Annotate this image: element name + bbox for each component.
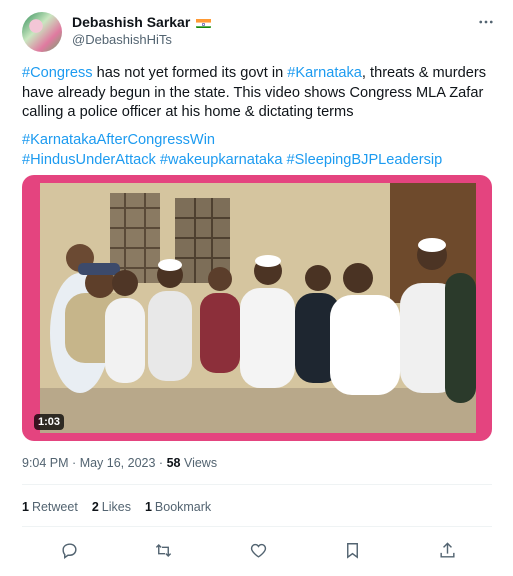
divider	[22, 526, 492, 527]
engagement-stats: 1 Retweet 2 Likes 1 Bookmark	[22, 500, 211, 514]
meta-separator: ·	[72, 456, 80, 470]
author-display-name[interactable]: Debashish Sarkar	[72, 14, 190, 30]
india-flag-icon	[196, 17, 212, 28]
hashtag-block: #KarnatakaAfterCongressWin #HindusUnderA…	[22, 131, 497, 170]
likes-label: Likes	[101, 500, 131, 514]
more-options-icon[interactable]	[476, 12, 496, 32]
views-count: 58	[166, 456, 181, 470]
video-media[interactable]	[22, 175, 492, 441]
views-label: Views	[183, 456, 218, 470]
likes-count: 2	[91, 500, 99, 514]
tweet-date[interactable]: May 16, 2023	[80, 456, 156, 470]
hashtag-link[interactable]: #KarnatakaAfterCongressWin	[22, 132, 215, 148]
tweet-card: Debashish Sarkar @DebashishHiTs #Congres…	[0, 0, 513, 576]
meta-separator: ·	[158, 456, 167, 470]
divider	[22, 484, 492, 485]
tweet-text: #Congress has not yet formed its govt in…	[22, 64, 497, 123]
retweets-stat[interactable]: 1 Retweet	[22, 500, 78, 514]
share-icon[interactable]	[433, 536, 461, 564]
author-name-row: Debashish Sarkar	[72, 14, 212, 30]
hashtag-link[interactable]: #wakeupkarnataka	[160, 152, 283, 168]
tweet-time[interactable]: 9:04 PM	[22, 456, 69, 470]
bookmarks-label: Bookmark	[154, 500, 212, 514]
bookmarks-stat[interactable]: 1 Bookmark	[145, 500, 211, 514]
action-bar	[22, 536, 492, 564]
likes-stat[interactable]: 2 Likes	[92, 500, 131, 514]
retweets-label: Retweet	[31, 500, 78, 514]
reply-icon[interactable]	[55, 536, 83, 564]
video-player[interactable]	[40, 183, 476, 433]
hashtag-link[interactable]: #Karnataka	[287, 65, 362, 81]
author-handle[interactable]: @DebashishHiTs	[72, 32, 172, 47]
hashtag-link[interactable]: #HindusUnderAttack	[22, 152, 156, 168]
tweet-text-segment: has not yet formed its govt in	[92, 65, 288, 81]
bookmark-icon[interactable]	[338, 536, 366, 564]
avatar[interactable]	[22, 12, 62, 52]
retweets-count: 1	[22, 500, 29, 514]
retweet-icon[interactable]	[149, 536, 177, 564]
video-duration-badge: 1:03	[34, 414, 65, 430]
bookmarks-count: 1	[144, 500, 152, 514]
hashtag-link[interactable]: #Congress	[22, 65, 93, 81]
video-frame	[40, 183, 476, 433]
like-icon[interactable]	[244, 536, 272, 564]
hashtag-link[interactable]: #SleepingBJPLeadersip	[287, 152, 443, 168]
tweet-meta: 9:04 PM · May 16, 2023 · 58 Views	[22, 456, 217, 470]
